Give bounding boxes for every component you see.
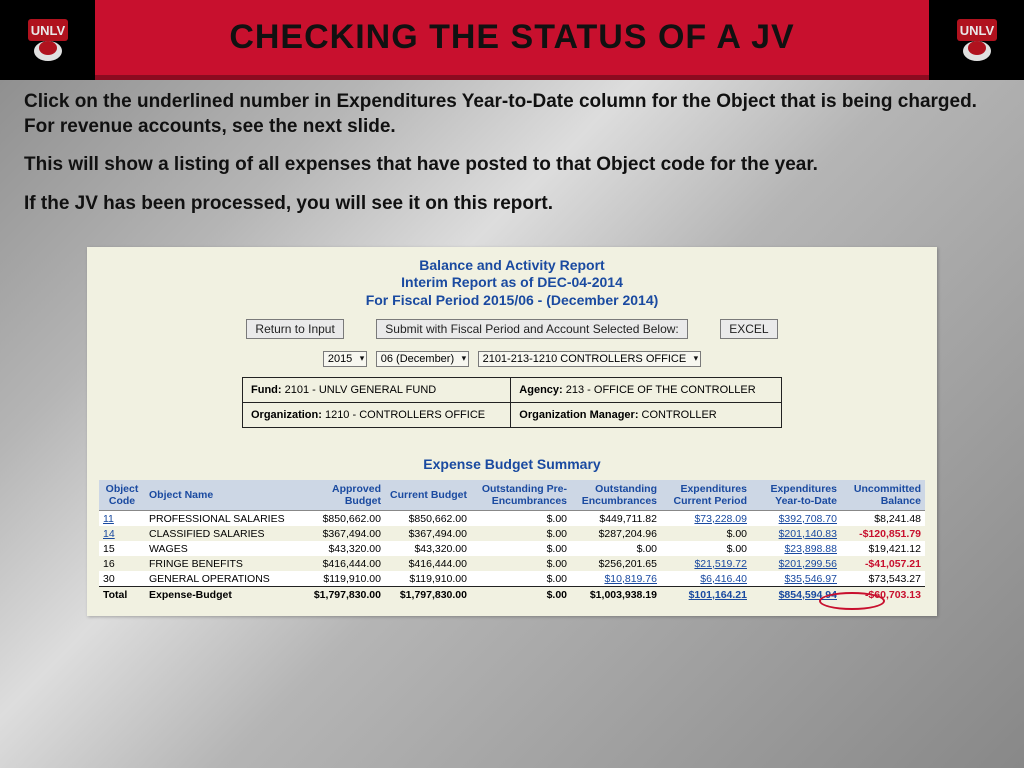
exp-current-link[interactable]: $21,519.72 bbox=[694, 558, 747, 570]
total-row: TotalExpense-Budget$1,797,830.00$1,797,8… bbox=[99, 587, 925, 603]
table-row: 30GENERAL OPERATIONS$119,910.00$119,910.… bbox=[99, 571, 925, 587]
exp-current-link[interactable]: $6,416.40 bbox=[700, 573, 747, 585]
excel-button[interactable]: EXCEL bbox=[720, 319, 777, 339]
exp-ytd-link[interactable]: $201,299.56 bbox=[779, 558, 837, 570]
intro-p3: If the JV has been processed, you will s… bbox=[24, 192, 1000, 217]
intro-p1: Click on the underlined number in Expend… bbox=[24, 90, 1000, 139]
encumbrance-link[interactable]: $10,819.76 bbox=[604, 573, 657, 585]
total-exp-cp-link[interactable]: $101,164.21 bbox=[689, 589, 747, 601]
exp-current-link[interactable]: $73,228.09 bbox=[694, 513, 747, 525]
object-code-link[interactable]: 14 bbox=[103, 528, 115, 540]
table-row: 11PROFESSIONAL SALARIES$850,662.00$850,6… bbox=[99, 511, 925, 527]
expense-table: Object Code Object Name Approved Budget … bbox=[99, 480, 925, 602]
table-row: 16FRINGE BENEFITS$416,444.00$416,444.00$… bbox=[99, 556, 925, 571]
info-table: Fund: 2101 - UNLV GENERAL FUND Agency: 2… bbox=[242, 377, 782, 428]
return-button[interactable]: Return to Input bbox=[246, 319, 343, 339]
title-bar: CHECKING THE STATUS OF A JV bbox=[95, 0, 929, 80]
report-panel: Balance and Activity Report Interim Repo… bbox=[87, 247, 937, 617]
exp-ytd-link[interactable]: $392,708.70 bbox=[779, 513, 837, 525]
object-code-link[interactable]: 11 bbox=[103, 513, 114, 525]
exp-ytd-link[interactable]: $23,898.88 bbox=[784, 543, 837, 555]
year-select[interactable]: 2015 bbox=[323, 351, 367, 367]
total-exp-ytd-link[interactable]: $854,594.94 bbox=[779, 589, 837, 601]
slide-header: UNLV CHECKING THE STATUS OF A JV UNLV bbox=[0, 0, 1024, 80]
report-title: Balance and Activity Report Interim Repo… bbox=[99, 257, 925, 310]
table-row: 14CLASSIFIED SALARIES$367,494.00$367,494… bbox=[99, 526, 925, 541]
submit-button[interactable]: Submit with Fiscal Period and Account Se… bbox=[376, 319, 687, 339]
exp-ytd-link[interactable]: $201,140.83 bbox=[779, 528, 837, 540]
svg-text:UNLV: UNLV bbox=[959, 23, 994, 38]
period-select[interactable]: 06 (December) bbox=[376, 351, 469, 367]
intro-text: Click on the underlined number in Expend… bbox=[0, 80, 1024, 241]
logo-text: UNLV bbox=[30, 23, 65, 38]
table-row: 15WAGES$43,320.00$43,320.00$.00$.00$.00$… bbox=[99, 541, 925, 556]
section-title: Expense Budget Summary bbox=[99, 456, 925, 472]
slide-title: CHECKING THE STATUS OF A JV bbox=[229, 18, 794, 57]
unlv-logo-left: UNLV bbox=[0, 0, 95, 80]
unlv-logo-right: UNLV bbox=[929, 0, 1024, 80]
account-select[interactable]: 2101-213-1210 CONTROLLERS OFFICE bbox=[478, 351, 702, 367]
intro-p2: This will show a listing of all expenses… bbox=[24, 153, 1000, 178]
exp-ytd-link[interactable]: $35,546.97 bbox=[784, 573, 837, 585]
